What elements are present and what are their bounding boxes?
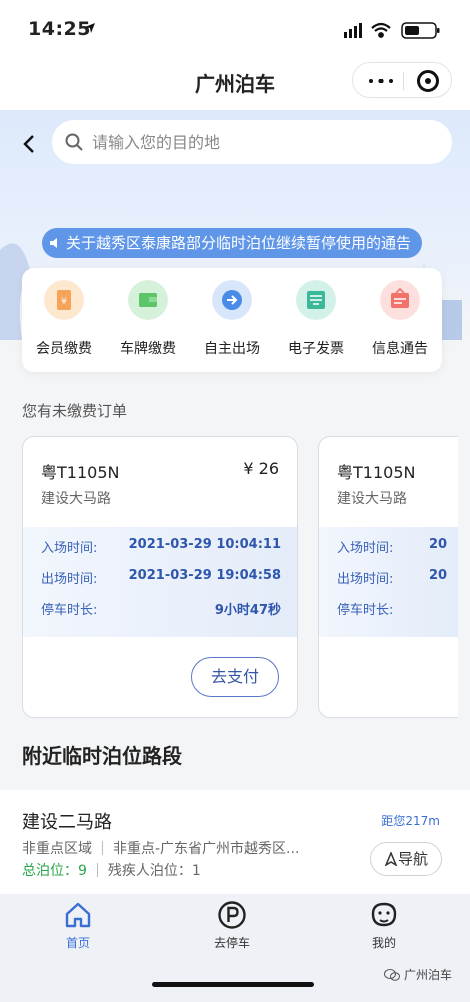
exit-time-value: 20 [429, 568, 448, 583]
signal-icon [344, 23, 362, 38]
nearby-section-title: 附近临时泊位路段 [22, 744, 182, 768]
tab-label: 首页 [65, 936, 90, 950]
menu-item-member-pay[interactable]: ¥ 会员缴费 [22, 280, 106, 364]
search-input[interactable] [92, 128, 432, 156]
speaker-icon [50, 238, 57, 248]
menu-label: 信息通告 [372, 341, 428, 357]
order-road: 建设大马路 [41, 491, 111, 507]
exit-time-label: 出场时间: [337, 572, 394, 587]
entry-time-label: 入场时间: [337, 541, 394, 556]
tab-go-park[interactable]: 去停车 [182, 900, 282, 952]
duration-value: 9小时47秒 [214, 603, 281, 618]
exit-time-value: 2021-03-29 19:04:58 [128, 568, 281, 583]
license-plate: 粤T1105N [41, 463, 120, 482]
distance-label: 距您217m [381, 814, 440, 828]
duration-label: 停车时长: [41, 603, 98, 618]
location-arrow-icon [85, 23, 95, 33]
menu-label: 自主出场 [204, 341, 260, 357]
tab-label: 我的 [371, 936, 396, 950]
zone-type: 非重点区域 [22, 841, 92, 857]
watermark-text: 广州泊车 [403, 968, 452, 982]
status-icons [344, 22, 440, 39]
exit-time-row: 出场时间: 2021-03-29 19:04:58 [41, 568, 281, 588]
disabled-berths-value: 1 [191, 863, 201, 879]
profile-icon [371, 902, 397, 927]
search-bar[interactable] [52, 120, 452, 164]
divider [102, 841, 103, 855]
invoice-icon [296, 280, 336, 320]
navigate-button[interactable]: 导航 [370, 842, 442, 876]
tab-home[interactable]: 首页 [28, 900, 128, 952]
entry-time-row: 入场时间: 20 [337, 537, 458, 557]
menu-item-self-exit[interactable]: 自主出场 [190, 280, 274, 364]
license-plate: 粤T1105N [337, 463, 416, 482]
exit-time-label: 出场时间: [41, 572, 98, 587]
watermark: 广州泊车 [383, 966, 452, 983]
home-indicator [152, 982, 314, 987]
menu-label: 电子发票 [288, 341, 344, 357]
menu-label: 会员缴费 [36, 341, 92, 357]
order-road: 建设大马路 [337, 491, 407, 507]
order-card[interactable]: 粤T1105N 建设大马路 入场时间: 20 出场时间: 20 停车时长: [318, 436, 458, 718]
road-name: 建设二马路 [22, 812, 112, 833]
tab-profile[interactable]: 我的 [334, 900, 434, 952]
disabled-berths-label: 残疾人泊位： [107, 863, 192, 879]
capsule-divider [403, 72, 404, 90]
quick-menu: ¥ 会员缴费 车牌缴费 自主出场 电子发票 信息通告 [22, 268, 442, 372]
mini-program-capsule [352, 62, 452, 98]
battery-icon [401, 22, 440, 39]
more-icon[interactable] [369, 79, 393, 83]
exit-arrow-icon [212, 280, 252, 320]
order-details: 入场时间: 20 出场时间: 20 停车时长: [319, 527, 458, 637]
nearby-road-item[interactable]: 建设二马路 距您217m 非重点区域 非重点-广东省广州市越秀区... 总泊位：9… [0, 790, 470, 894]
status-bar: 14:25 [0, 0, 470, 56]
duration-row: 停车时长: 9小时47秒 [41, 599, 281, 619]
pay-button[interactable]: 去支付 [191, 657, 279, 697]
menu-item-info-notice[interactable]: 信息通告 [358, 280, 442, 364]
entry-time-value: 2021-03-29 10:04:11 [128, 537, 281, 552]
entry-time-row: 入场时间: 2021-03-29 10:04:11 [41, 537, 281, 557]
wallet-icon [128, 280, 168, 320]
order-details: 入场时间: 2021-03-29 10:04:11 出场时间: 2021-03-… [23, 527, 297, 637]
svg-text:¥: ¥ [61, 297, 67, 307]
member-card-icon: ¥ [44, 280, 84, 320]
road-zone-row: 非重点区域 非重点-广东省广州市越秀区... [22, 838, 299, 858]
navigate-label: 导航 [397, 850, 428, 868]
total-berths-label: 总泊位： [22, 863, 78, 879]
search-icon [65, 133, 83, 151]
tab-label: 去停车 [213, 936, 250, 950]
road-address: 非重点-广东省广州市越秀区... [113, 841, 300, 857]
close-mini-program-icon[interactable] [417, 70, 439, 92]
notice-board-icon [380, 280, 420, 320]
total-berths-value: 9 [78, 863, 87, 879]
wifi-icon [371, 22, 391, 38]
duration-label: 停车时长: [337, 603, 394, 618]
notice-ticker[interactable]: 关于越秀区泰康路部分临时泊位继续暂停使用的通告 [42, 228, 422, 258]
navigation-icon [384, 851, 398, 867]
navigation-bar: 广州泊车 [0, 56, 470, 110]
menu-item-plate-pay[interactable]: 车牌缴费 [106, 280, 190, 364]
order-price: ¥ 26 [243, 459, 279, 478]
menu-label: 车牌缴费 [120, 341, 176, 357]
duration-row: 停车时长: [337, 599, 458, 619]
menu-item-e-invoice[interactable]: 电子发票 [274, 280, 358, 364]
entry-time-label: 入场时间: [41, 541, 98, 556]
status-time: 14:25 [28, 18, 91, 40]
order-card[interactable]: 粤T1105N ¥ 26 建设大马路 入场时间: 2021-03-29 10:0… [22, 436, 298, 718]
home-icon [65, 902, 91, 928]
divider [96, 863, 98, 877]
back-icon[interactable] [18, 132, 42, 156]
exit-time-row: 出场时间: 20 [337, 568, 458, 588]
unpaid-orders-title: 您有未缴费订单 [22, 402, 128, 420]
entry-time-value: 20 [429, 537, 448, 552]
parking-icon [218, 901, 246, 929]
berth-count-row: 总泊位：9 残疾人泊位：1 [22, 860, 201, 880]
wechat-icon [383, 969, 400, 981]
notice-text: 关于越秀区泰康路部分临时泊位继续暂停使用的通告 [66, 234, 412, 252]
